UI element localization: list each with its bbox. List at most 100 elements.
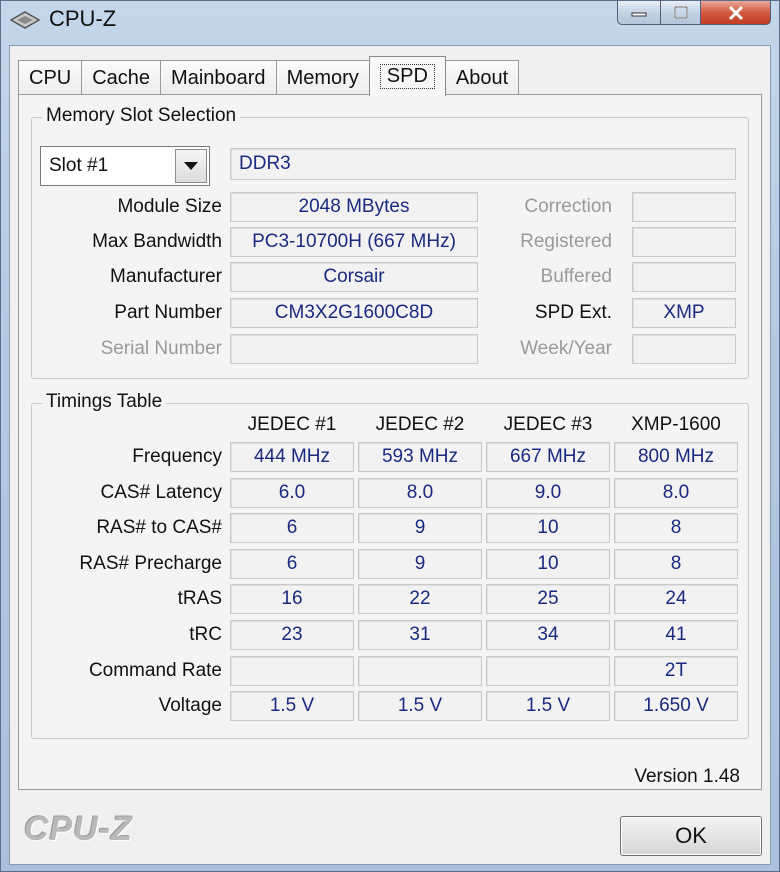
timings-group: Timings Table JEDEC #1 JEDEC #2 JEDEC #3… [31,391,749,739]
cpuz-window: CPU-Z CPU Cache Mainboard Memory SPD Abo… [0,0,780,872]
buffered-label: Buffered [540,266,612,287]
buffered-field [632,262,736,292]
part-number-label: Part Number [114,302,222,323]
timing-cell: 10 [486,549,610,579]
timing-cell: 23 [230,620,354,650]
timing-cell: 593 MHz [358,442,482,472]
module-size-label: Module Size [117,196,222,217]
timing-cell: 1.5 V [486,691,610,721]
timing-cell: 1.5 V [358,691,482,721]
tab-cpu[interactable]: CPU [18,60,83,96]
timing-cell: 22 [358,584,482,614]
row-label-voltage: Voltage [158,695,222,716]
timing-cell: 9.0 [486,478,610,508]
group-title: Timings Table [42,391,167,413]
minimize-button[interactable] [617,1,661,25]
maximize-button[interactable] [661,1,701,25]
timing-cell: 6 [230,513,354,543]
row-label-frequency: Frequency [132,446,222,467]
timing-cell: 8 [614,549,738,579]
timing-cell: 800 MHz [614,442,738,472]
week-year-field [632,334,736,364]
manufacturer-field: Corsair [230,262,478,292]
week-year-label: Week/Year [520,338,612,359]
timing-cell [358,656,482,686]
timing-cell: 8.0 [614,478,738,508]
manufacturer-label: Manufacturer [110,266,222,287]
timing-cell: 8.0 [358,478,482,508]
registered-field [632,227,736,257]
tab-strip: CPU Cache Mainboard Memory SPD About [18,56,520,96]
timing-cell: 9 [358,513,482,543]
window-title: CPU-Z [49,6,117,31]
column-header-xmp: XMP-1600 [631,414,721,435]
tab-label: Memory [286,67,359,89]
row-label-ras-to-cas: RAS# to CAS# [96,517,222,538]
tab-label: SPD [379,64,435,89]
memory-slot-group: Memory Slot Selection Slot #1 DDR3 Modul… [31,105,749,379]
tab-cache[interactable]: Cache [81,60,162,96]
spd-panel: Memory Slot Selection Slot #1 DDR3 Modul… [18,94,762,790]
chevron-down-icon [184,162,198,170]
title-bar[interactable]: CPU-Z [1,1,779,41]
timing-cell: 444 MHz [230,442,354,472]
tab-mainboard[interactable]: Mainboard [160,60,277,96]
tab-label: About [455,67,509,89]
timing-cell: 9 [358,549,482,579]
tab-label: Cache [92,67,151,89]
column-header-jedec2: JEDEC #2 [375,414,465,435]
row-label-tras: tRAS [177,588,222,609]
tab-memory[interactable]: Memory [275,60,370,96]
timing-cell: 16 [230,584,354,614]
serial-number-field [230,334,478,364]
timing-cell: 667 MHz [486,442,610,472]
client-area: CPU Cache Mainboard Memory SPD About Mem… [9,45,771,865]
timing-cell: 10 [486,513,610,543]
timing-cell: 6.0 [230,478,354,508]
dropdown-button[interactable] [175,149,207,183]
timing-cell: 25 [486,584,610,614]
slot-select[interactable]: Slot #1 [40,146,210,186]
cpuz-brand-logo: CPU-Z [24,810,133,848]
row-label-command-rate: Command Rate [88,660,222,681]
row-label-cas-latency: CAS# Latency [100,482,222,503]
timing-cell: 34 [486,620,610,650]
row-label-trc: tRC [189,624,222,645]
timing-cell: 2T [614,656,738,686]
max-bandwidth-field: PC3-10700H (667 MHz) [230,227,478,257]
memory-type-field: DDR3 [230,148,736,180]
tab-label: CPU [29,67,72,89]
tab-spd[interactable]: SPD [368,56,446,96]
minimize-icon [631,12,647,16]
correction-field [632,192,736,222]
spd-ext-field: XMP [632,298,736,328]
close-button[interactable] [701,1,771,25]
tab-about[interactable]: About [444,60,520,96]
maximize-icon [673,5,688,19]
group-title: Memory Slot Selection [42,105,241,127]
timing-cell: 41 [614,620,738,650]
timing-cell: 24 [614,584,738,614]
timing-cell [230,656,354,686]
close-icon [728,5,743,20]
max-bandwidth-label: Max Bandwidth [92,231,222,252]
column-header-jedec1: JEDEC #1 [247,414,337,435]
cpuz-app-icon [9,11,41,29]
timing-cell: 1.5 V [230,691,354,721]
timing-cell [486,656,610,686]
module-size-field: 2048 MBytes [230,192,478,222]
timing-cell: 1.650 V [614,691,738,721]
serial-number-label: Serial Number [100,338,222,359]
spd-ext-label: SPD Ext. [534,302,612,323]
version-label: Version 1.48 [634,766,740,787]
slot-select-value: Slot #1 [49,155,109,176]
correction-label: Correction [524,196,612,217]
ok-button[interactable]: OK [620,816,762,856]
registered-label: Registered [520,231,612,252]
row-label-ras-precharge: RAS# Precharge [79,553,222,574]
window-controls [617,1,771,27]
timing-cell: 8 [614,513,738,543]
column-header-jedec3: JEDEC #3 [503,414,593,435]
part-number-field: CM3X2G1600C8D [230,298,478,328]
timing-cell: 31 [358,620,482,650]
